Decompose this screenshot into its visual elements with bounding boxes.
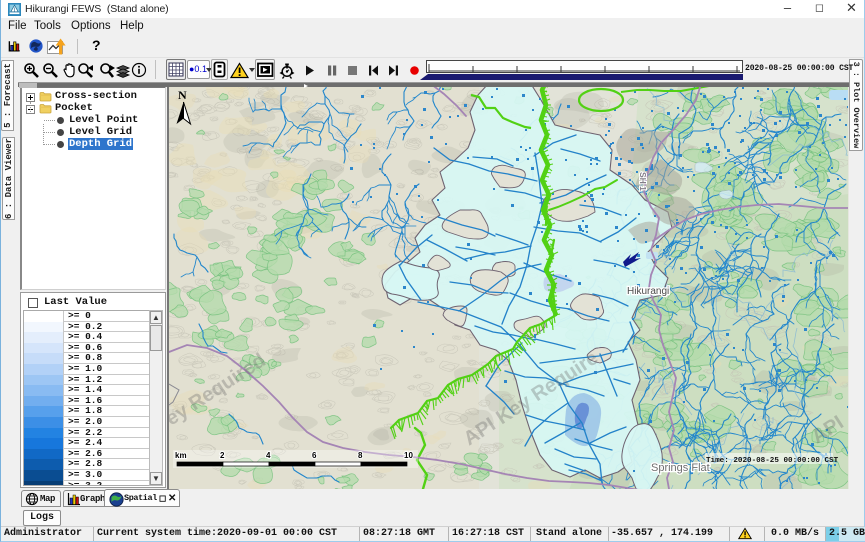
svg-text:8: 8: [358, 451, 363, 460]
svg-text:10: 10: [404, 451, 413, 460]
svg-text:6: 6: [312, 451, 317, 460]
svg-text:N: N: [178, 88, 187, 102]
svg-text:km: km: [175, 451, 187, 460]
svg-text:Hikurangi: Hikurangi: [627, 286, 669, 297]
svg-text:Time: 2020-08-25 00:00:00 CST: Time: 2020-08-25 00:00:00 CST: [706, 457, 839, 465]
svg-text:SH 1: SH 1: [638, 172, 648, 191]
svg-text:4: 4: [266, 451, 271, 460]
svg-text:Springs Flat: Springs Flat: [651, 462, 710, 474]
svg-text:2: 2: [220, 451, 225, 460]
